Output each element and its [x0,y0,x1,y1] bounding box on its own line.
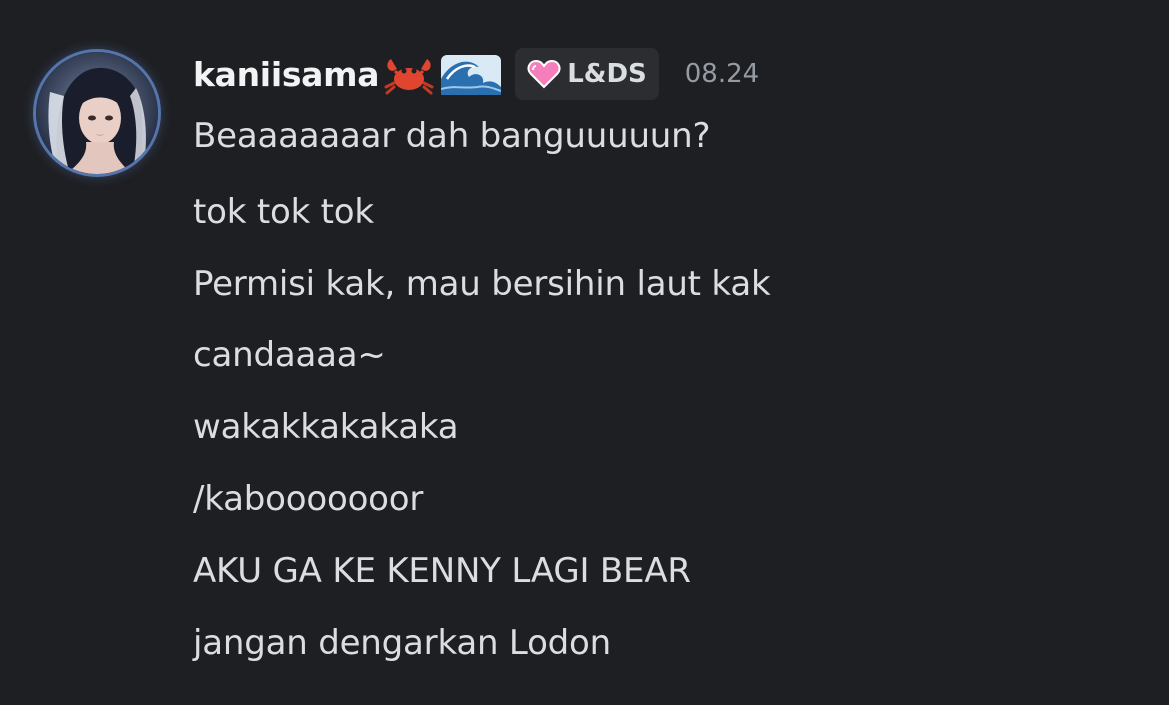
message-line: jangan dengarkan Lodon [193,623,612,663]
pink-heart-icon [527,59,561,89]
role-tag-label: L&DS [567,59,647,89]
wave-icon [441,55,502,95]
message-line: Permisi kak, mau bersihin laut kak [193,264,771,304]
message-line: candaaaa~ [193,335,386,375]
avatar-image [36,52,158,174]
message-line: Beaaaaaaar dah banguuuuun? [193,116,711,156]
message-line: /kabooooooor [193,479,424,519]
message-line: tok tok tok [193,192,374,232]
message-line: wakakkakakaka [193,407,459,447]
message-header: kaniisama L&DS 08.24 [193,46,759,102]
message-timestamp[interactable]: 08.24 [685,59,759,89]
message-line: AKU GA KE KENNY LAGI BEAR [193,551,691,591]
user-avatar[interactable] [36,52,158,174]
username[interactable]: kaniisama [193,55,380,94]
crab-icon [384,59,434,95]
role-tag[interactable]: L&DS [515,48,659,100]
chat-message: kaniisama L&DS 08.24 Beaaaaaaar dah bang… [0,0,1169,705]
